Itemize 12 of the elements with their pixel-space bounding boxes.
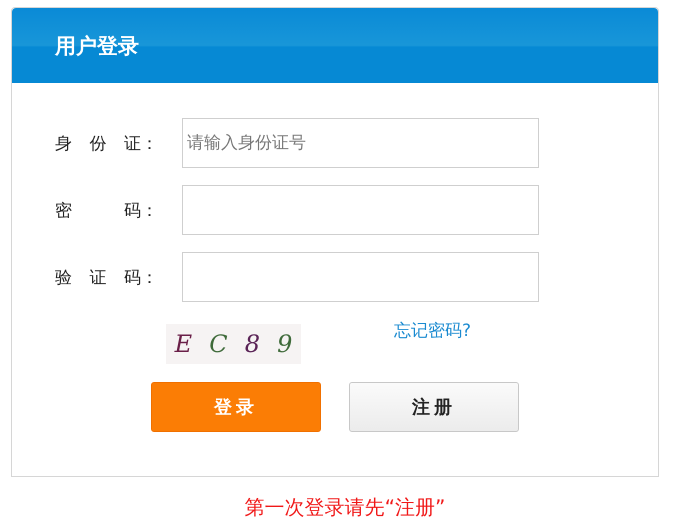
input-field[interactable]: 请输入身份证号 <box>182 118 539 168</box>
panel-title: 用户登录 <box>55 32 139 60</box>
field-label: 密 码： <box>55 200 160 222</box>
field-label: 验 证 码： <box>55 266 159 288</box>
field-label: 身 份 证： <box>55 132 159 154</box>
captcha-code: E C 8 9 <box>166 324 301 364</box>
login-button[interactable]: 登录 <box>151 382 321 432</box>
register-button[interactable]: 注册 <box>349 382 519 432</box>
forgot-password-link[interactable]: 忘记密码? <box>394 319 472 342</box>
input-field[interactable] <box>182 185 539 235</box>
register-hint: 第一次登录请先“注册” <box>244 495 446 519</box>
input-field[interactable] <box>182 252 539 302</box>
